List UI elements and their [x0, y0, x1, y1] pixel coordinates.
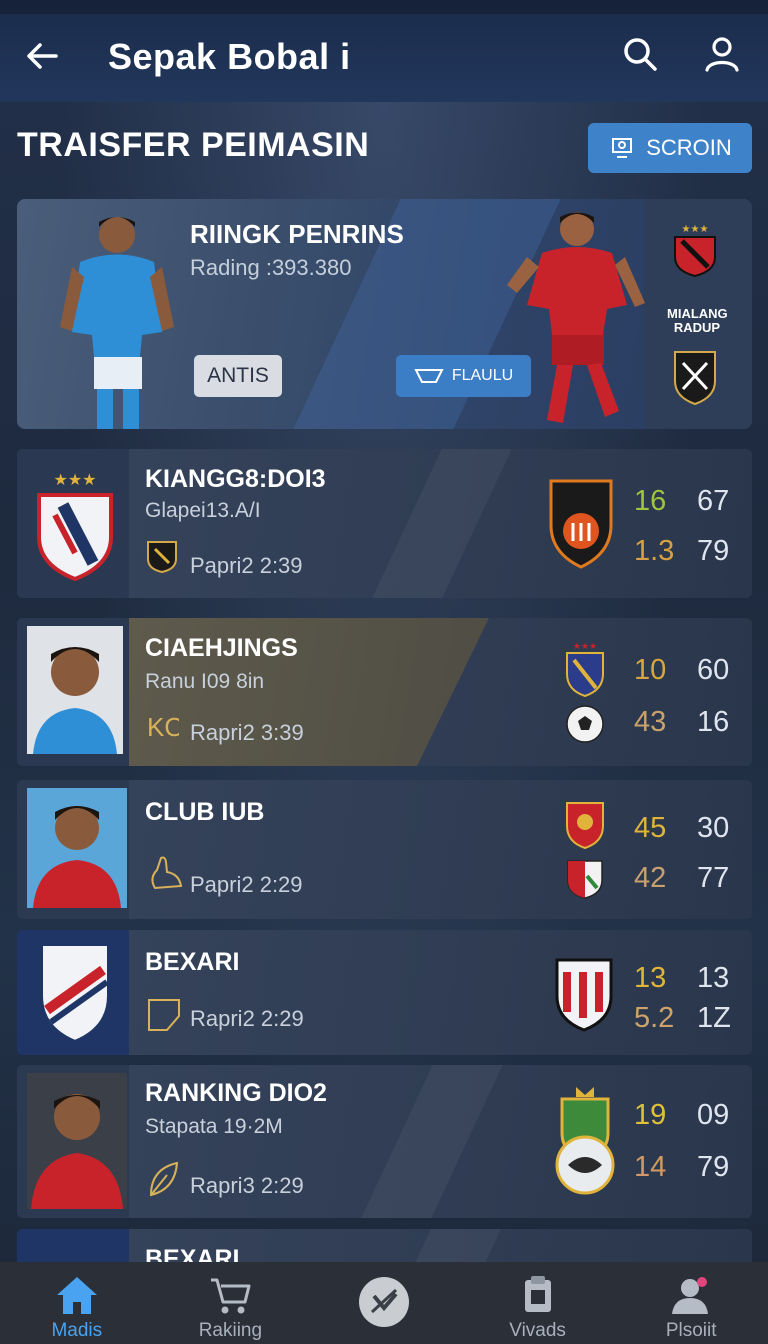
card-5-stat-a: 19	[634, 1099, 667, 1131]
hero-rating: Rading :393.380	[190, 255, 352, 280]
cart-icon	[211, 1278, 251, 1314]
club-crest-emblem-icon	[555, 1087, 615, 1195]
svg-text:KO: KO	[147, 712, 179, 742]
player-blue-kit-image	[60, 217, 174, 429]
card-5-sub: Stapata 19·2M	[145, 1115, 283, 1138]
card-1-stat-a: 16	[634, 485, 667, 517]
svg-text:★★★: ★★★	[573, 641, 597, 651]
card-5-stat-d: 79	[697, 1151, 730, 1183]
app-bar: Sepak Bobal i	[0, 14, 768, 102]
compass-icon	[358, 1277, 409, 1327]
card-3-name: CLUB IUB	[145, 798, 265, 826]
card-1-stat-d: 79	[697, 535, 730, 567]
card-2-name: CIAEHJINGS	[145, 634, 298, 662]
card-1-time: Papri2 2:39	[190, 553, 303, 578]
card-5-leaf-icon	[149, 1161, 179, 1197]
nav-item-vivads[interactable]: Vivads	[461, 1262, 615, 1344]
card-4-name: BEXARI	[145, 948, 240, 976]
club-crest-bottom-icon	[674, 351, 716, 405]
club-crest-top-icon: ★★★	[674, 224, 716, 277]
card-4-tag-icon	[148, 999, 180, 1031]
card-2-stat-c: 43	[634, 706, 667, 738]
plan-button-label: FLAULU	[451, 367, 514, 384]
user-icon[interactable]	[702, 34, 742, 74]
card-1-stat-b: 67	[697, 485, 730, 517]
card-4-stat-b: 13	[697, 962, 730, 994]
antis-button[interactable]: ANTIS	[194, 355, 282, 397]
card-1-stat-c: 1.3	[634, 535, 675, 567]
card-2-stat-a: 10	[634, 654, 667, 686]
back-arrow-icon[interactable]	[22, 36, 62, 76]
profile-icon	[672, 1277, 709, 1314]
hero-club-name: MIALANG RADUP	[667, 306, 728, 335]
app-title: Sepak Bobal i	[108, 36, 351, 77]
card-slash	[361, 1065, 503, 1218]
section-title: TRAISFER PEIMASIN	[17, 126, 370, 164]
card-1-badge-icon	[147, 541, 177, 573]
player-portrait-blue-image	[27, 626, 123, 754]
player-portrait-red-2-image	[27, 1073, 127, 1209]
club-crest-red-icon	[566, 802, 604, 850]
card-3-stat-b: 30	[697, 812, 730, 844]
card-3-stat-d: 77	[697, 862, 730, 894]
card-2-time: Rapri2 3:39	[190, 720, 304, 745]
nav-item-plsoiit[interactable]: Plsoiit	[614, 1262, 768, 1344]
svg-text:★★★: ★★★	[53, 472, 96, 489]
home-icon	[56, 1277, 97, 1314]
club-crest-shield-icon: ★★★	[37, 472, 113, 582]
card-1-sub: Glapei13.A/I	[145, 499, 261, 522]
screen-icon	[612, 138, 633, 158]
player-red-kit-image	[507, 212, 645, 423]
card-2-stat-d: 16	[697, 706, 730, 738]
football-icon	[566, 705, 604, 743]
bottom-navigation: Madis Rakiing Vivads Plsoiit	[0, 1262, 768, 1344]
card-4-time: Rapri2 2:29	[190, 1006, 304, 1031]
card-2-stat-b: 60	[697, 654, 730, 686]
player-portrait-red-image	[27, 788, 127, 908]
club-crest-green-icon	[567, 860, 603, 899]
screen-button-label: SCROIN	[646, 135, 732, 160]
club-crest-indigo-icon	[549, 479, 613, 569]
transfer-card-5[interactable]: RANKING DIO2 Stapata 19·2M Rapri3 2:29 1…	[17, 1065, 752, 1218]
card-3-stat-a: 45	[634, 812, 667, 844]
card-4-stat-c: 5.2	[634, 1002, 675, 1034]
card-4-stat-a: 13	[634, 962, 667, 994]
card-2-ko-icon: KO	[147, 712, 179, 742]
card-3-time: Papri2 2:29	[190, 872, 303, 897]
club-crest-small-icon: ★★★	[566, 641, 604, 698]
screen-button[interactable]: SCROIN	[588, 123, 752, 173]
search-icon[interactable]	[620, 34, 660, 74]
nav-item-center[interactable]	[307, 1262, 461, 1344]
transfer-card-2[interactable]: CIAEHJINGS Ranu I09 8in KO Rapri2 3:39 ★…	[17, 618, 752, 766]
card-1-name: KIANGG8:DOI3	[145, 465, 326, 493]
card-3-stat-c: 42	[634, 862, 667, 894]
transfer-card-1[interactable]: ★★★ KIANGG8:DOI3 Glapei13.A/I Papri2 2:3…	[17, 449, 752, 598]
card-5-time: Rapri3 2:29	[190, 1173, 304, 1198]
hero-player-name: RIINGK PENRINS	[190, 219, 404, 249]
nav-label-rakiing: Rakiing	[198, 1320, 263, 1341]
club-crest-navy-icon	[39, 942, 111, 1045]
svg-text:★★★: ★★★	[682, 224, 709, 235]
nav-label-madis: Madis	[51, 1320, 103, 1341]
card-5-stat-b: 09	[697, 1099, 730, 1131]
nav-item-rakiing[interactable]: Rakiing	[154, 1262, 308, 1344]
card-2-sub: Ranu I09 8in	[145, 670, 265, 693]
transfer-card-3[interactable]: CLUB IUB Papri2 2:29 45 30 42 77	[17, 780, 752, 919]
card-5-stat-c: 14	[634, 1151, 667, 1183]
status-bar	[0, 0, 768, 14]
card-3-hand-icon	[151, 856, 183, 890]
club-crest-striped-icon	[555, 958, 613, 1032]
card-5-name: RANKING DIO2	[145, 1079, 327, 1107]
card-4-stat-d: 1Z	[697, 1002, 731, 1034]
clipboard-icon	[524, 1276, 551, 1312]
transfer-card-4[interactable]: BEXARI Rapri2 2:29 13 13 5.2 1Z	[17, 930, 752, 1055]
nav-label-plsoiit: Plsoiit	[665, 1320, 717, 1341]
nav-item-madis[interactable]: Madis	[0, 1262, 154, 1344]
featured-transfer-card[interactable]: RIINGK PENRINS Rading :393.380 ANTIS FLA…	[17, 199, 752, 429]
card-slash	[372, 449, 512, 598]
ticket-icon	[414, 369, 444, 383]
nav-label-vivads: Vivads	[509, 1320, 566, 1341]
